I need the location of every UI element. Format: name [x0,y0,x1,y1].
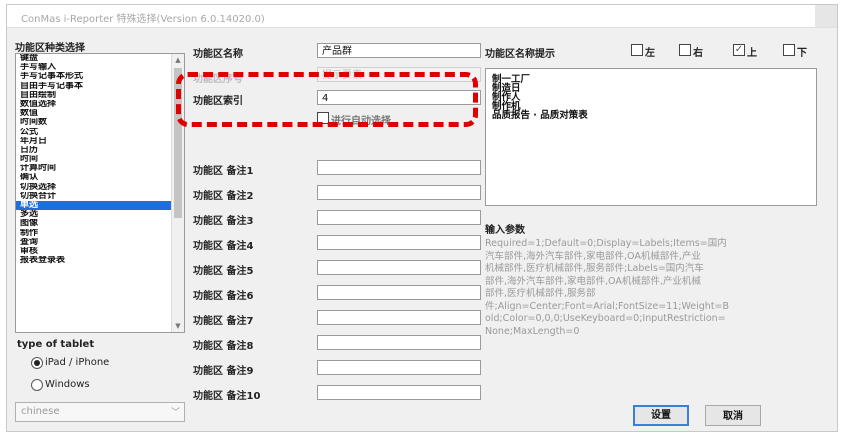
element-type-heading: 功能区种类选择 [15,43,85,54]
note-input-5[interactable] [317,260,481,275]
params-line: 部件,海外汽车部件,家电部件,OA机械部件,产业机械 [485,275,701,287]
language-value: chinese [21,406,60,417]
params-line: Required=1;Default=0;Display=Labels;Item… [485,238,727,249]
list-item[interactable]: 查询 [16,238,184,247]
note-input-2[interactable] [317,185,481,200]
list-item[interactable]: 时间数 [16,118,184,127]
hint-line: 品质报告 · 品质对策表 [492,110,588,121]
list-item[interactable]: 手写记事本形式 [16,72,184,81]
radio-windows-label: Windows [45,379,90,390]
list-item[interactable]: 自由绘制 [16,91,184,100]
title-bar: ConMas i-Reporter 特殊选择(Version 6.0.14020… [7,5,837,28]
language-select[interactable]: chinese ﹀ [15,402,185,422]
cancel-button[interactable]: 取消 [705,405,761,426]
note-label-4: 功能区 备注4 [193,241,254,252]
note-label-2: 功能区 备注2 [193,191,254,202]
note-input-1[interactable] [317,160,481,175]
params-heading: 输入参数 [485,225,525,236]
position-checkbox-2[interactable] [679,44,691,56]
list-item[interactable]: 切换合计 [16,192,184,201]
note-input-7[interactable] [317,310,481,325]
index-highlight-annotation [176,72,478,127]
list-item[interactable]: 制作 [16,229,184,238]
list-item[interactable]: 确认 [16,173,184,182]
list-items: 键盘 手写输入 手写记事本形式 自由手写记事本 自由绘制 数值选择 数值 时间数 公式 年月日 日历… [16,54,184,265]
element-name-label: 功能区名称 [193,49,243,60]
params-line: None;MaxLength=0 [485,325,580,337]
note-label-1: 功能区 备注1 [193,166,254,177]
params-line: 汽车部件,海外汽车部件,家电部件,OA机械部件,产业 [485,250,701,262]
position-label-1: 左 [645,48,655,59]
list-item[interactable]: 数值 [16,109,184,118]
list-item[interactable]: 单选 [16,201,184,211]
note-label-5: 功能区 备注5 [193,266,254,277]
list-item[interactable]: 审核 [16,247,184,256]
params-line: 机械部件,医疗机械部件,服务部件;Labels=国内汽车 [485,263,704,274]
radio-ipad-label: iPad / iPhone [45,357,110,368]
tablet-type-heading: type of tablet [17,339,95,350]
list-item[interactable]: 切换选择 [16,183,184,192]
list-item[interactable]: 图像 [16,219,184,228]
note-input-6[interactable] [317,285,481,300]
position-checkbox-4[interactable] [783,44,795,56]
list-item[interactable]: 报表登录表 [16,256,184,265]
radio-ipad[interactable] [31,357,43,369]
scroll-up-icon[interactable]: ▲ [172,54,184,66]
note-label-10: 功能区 备注10 [193,391,261,402]
list-item[interactable]: 年月日 [16,137,184,146]
note-label-3: 功能区 备注3 [193,216,254,227]
params-lines: Required=1;Default=0;Display=Labels;Item… [485,238,795,338]
note-input-8[interactable] [317,335,481,350]
hint-heading: 功能区名称提示 [485,49,555,60]
window-title: ConMas i-Reporter 特殊选择(Version 6.0.14020… [21,14,265,25]
note-label-6: 功能区 备注6 [193,291,254,302]
list-item[interactable]: 自由手写记事本 [16,82,184,91]
position-label-3: 上 [747,48,757,59]
scroll-down-icon[interactable]: ▼ [172,320,184,332]
list-item[interactable]: 键盘 [16,54,184,63]
position-checkbox-3[interactable]: ✓ [733,44,745,56]
note-label-7: 功能区 备注7 [193,316,254,327]
params-line: 部件,医疗机械部件,服务部 [485,288,596,299]
ok-button[interactable]: 设置 [633,405,689,426]
list-item[interactable]: 公式 [16,128,184,137]
position-checkbox-1[interactable] [631,44,643,56]
note-label-8: 功能区 备注8 [193,341,254,352]
note-label-9: 功能区 备注9 [193,366,254,377]
note-input-4[interactable] [317,235,481,250]
close-button[interactable] [815,5,837,27]
list-item[interactable]: 数值选择 [16,100,184,109]
position-label-2: 右 [693,48,703,59]
element-type-list[interactable]: 键盘 手写输入 手写记事本形式 自由手写记事本 自由绘制 数值选择 数值 时间数 公式 年月日 日历… [15,53,185,333]
params-line: old;Color=0,0,0;UseKeyboard=0;InputRestr… [485,313,726,324]
element-name-input[interactable]: 产品群 [317,43,481,58]
list-item[interactable]: 日历 [16,146,184,155]
note-input-9[interactable] [317,360,481,375]
params-text: Required=1;Default=0;Display=Labels;Item… [485,238,795,338]
note-input-3[interactable] [317,210,481,225]
list-item[interactable]: 多选 [16,210,184,219]
note-input-10[interactable] [317,385,481,400]
position-label-4: 下 [797,48,807,59]
list-item[interactable]: 手写输入 [16,63,184,72]
list-item[interactable]: 时间 [16,155,184,164]
dialog-window: ConMas i-Reporter 特殊选择(Version 6.0.14020… [6,4,838,432]
radio-windows[interactable] [31,379,43,391]
chevron-down-icon: ﹀ [170,408,180,418]
hint-textbox[interactable]: 制一工厂 制造日 制作人 制作机 品质报告 · 品质对策表 [485,68,817,206]
list-item[interactable]: 计算时间 [16,164,184,173]
params-line: 件;Align=Center;Font=Arial;FontSize=11;We… [485,300,730,312]
